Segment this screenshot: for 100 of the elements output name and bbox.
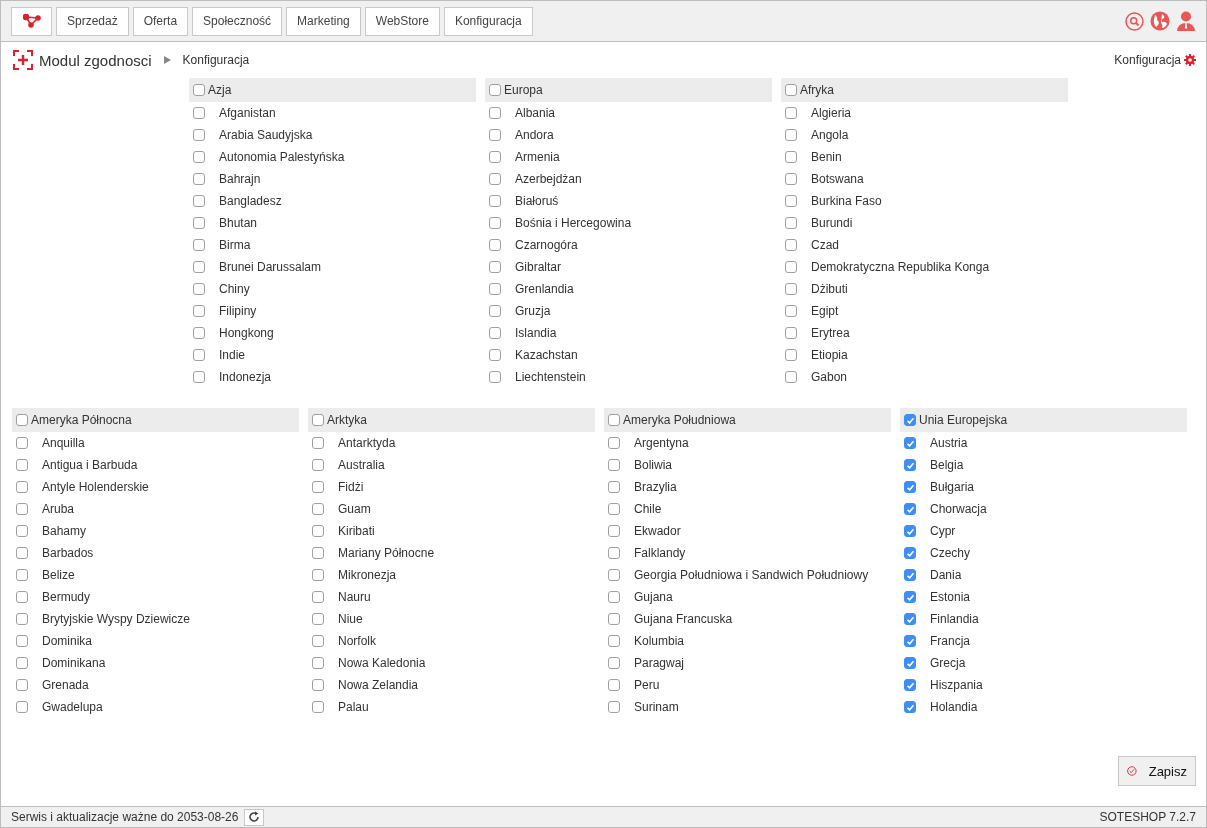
globe-icon[interactable] — [1150, 11, 1170, 31]
checkbox[interactable] — [785, 371, 797, 383]
checkbox[interactable] — [312, 657, 324, 669]
checkbox[interactable] — [489, 305, 501, 317]
checkbox[interactable] — [785, 327, 797, 339]
checkbox[interactable] — [16, 569, 28, 581]
checkbox[interactable] — [489, 129, 501, 141]
checkbox[interactable] — [16, 591, 28, 603]
checkbox[interactable] — [785, 107, 797, 119]
checkbox[interactable] — [608, 613, 620, 625]
checkbox[interactable] — [193, 283, 205, 295]
checkbox[interactable] — [16, 679, 28, 691]
checkbox[interactable] — [785, 349, 797, 361]
checkbox[interactable] — [608, 459, 620, 471]
checkbox[interactable] — [489, 239, 501, 251]
checkbox[interactable] — [489, 84, 501, 96]
checkbox[interactable] — [489, 283, 501, 295]
checkbox[interactable] — [16, 547, 28, 559]
checkbox[interactable] — [785, 283, 797, 295]
search-icon[interactable] — [1125, 11, 1144, 31]
checkbox[interactable] — [489, 261, 501, 273]
checkbox[interactable] — [608, 414, 620, 426]
checkbox[interactable] — [193, 107, 205, 119]
nav-tab[interactable]: Społeczność — [192, 6, 283, 36]
checkbox[interactable] — [489, 371, 501, 383]
checkbox[interactable] — [312, 679, 324, 691]
checkbox[interactable] — [608, 525, 620, 537]
checkbox[interactable] — [16, 414, 28, 426]
checkbox[interactable] — [16, 525, 28, 537]
checkbox[interactable] — [904, 547, 916, 559]
checkbox[interactable] — [193, 84, 205, 96]
checkbox[interactable] — [785, 84, 797, 96]
checkbox[interactable] — [608, 591, 620, 603]
checkbox[interactable] — [489, 107, 501, 119]
checkbox[interactable] — [312, 591, 324, 603]
checkbox[interactable] — [193, 173, 205, 185]
checkbox[interactable] — [193, 349, 205, 361]
checkbox[interactable] — [489, 217, 501, 229]
checkbox[interactable] — [16, 481, 28, 493]
checkbox[interactable] — [904, 657, 916, 669]
checkbox[interactable] — [312, 525, 324, 537]
checkbox[interactable] — [904, 525, 916, 537]
checkbox[interactable] — [785, 239, 797, 251]
checkbox[interactable] — [489, 327, 501, 339]
nav-tab[interactable]: Marketing — [286, 6, 361, 36]
checkbox[interactable] — [193, 371, 205, 383]
checkbox[interactable] — [312, 481, 324, 493]
checkbox[interactable] — [312, 437, 324, 449]
checkbox[interactable] — [608, 635, 620, 647]
checkbox[interactable] — [904, 701, 916, 713]
checkbox[interactable] — [16, 701, 28, 713]
checkbox[interactable] — [16, 503, 28, 515]
checkbox[interactable] — [608, 503, 620, 515]
checkbox[interactable] — [193, 129, 205, 141]
checkbox[interactable] — [193, 327, 205, 339]
configuration-link[interactable]: Konfiguracja — [1114, 53, 1196, 67]
checkbox[interactable] — [312, 503, 324, 515]
checkbox[interactable] — [608, 437, 620, 449]
checkbox[interactable] — [16, 635, 28, 647]
checkbox[interactable] — [608, 569, 620, 581]
checkbox[interactable] — [785, 151, 797, 163]
nav-tab[interactable]: Oferta — [132, 6, 189, 36]
checkbox[interactable] — [489, 349, 501, 361]
home-button[interactable] — [11, 6, 52, 36]
checkbox[interactable] — [489, 195, 501, 207]
checkbox[interactable] — [312, 459, 324, 471]
nav-tab[interactable]: WebStore — [364, 6, 440, 36]
checkbox[interactable] — [312, 613, 324, 625]
checkbox[interactable] — [312, 635, 324, 647]
checkbox[interactable] — [16, 613, 28, 625]
checkbox[interactable] — [489, 151, 501, 163]
checkbox[interactable] — [608, 481, 620, 493]
checkbox[interactable] — [904, 613, 916, 625]
checkbox[interactable] — [193, 195, 205, 207]
checkbox[interactable] — [193, 239, 205, 251]
checkbox[interactable] — [312, 414, 324, 426]
checkbox[interactable] — [608, 679, 620, 691]
checkbox[interactable] — [904, 503, 916, 515]
checkbox[interactable] — [608, 657, 620, 669]
checkbox[interactable] — [608, 701, 620, 713]
nav-tab[interactable]: Konfiguracja — [443, 6, 533, 36]
checkbox[interactable] — [904, 679, 916, 691]
checkbox[interactable] — [904, 414, 916, 426]
checkbox[interactable] — [904, 635, 916, 647]
checkbox[interactable] — [16, 459, 28, 471]
checkbox[interactable] — [489, 173, 501, 185]
checkbox[interactable] — [193, 217, 205, 229]
checkbox[interactable] — [193, 261, 205, 273]
checkbox[interactable] — [312, 569, 324, 581]
checkbox[interactable] — [785, 217, 797, 229]
save-button[interactable]: Zapisz — [1118, 756, 1196, 786]
checkbox[interactable] — [904, 437, 916, 449]
checkbox[interactable] — [193, 305, 205, 317]
checkbox[interactable] — [16, 657, 28, 669]
checkbox[interactable] — [608, 547, 620, 559]
user-icon[interactable] — [1176, 11, 1196, 31]
checkbox[interactable] — [785, 261, 797, 273]
checkbox[interactable] — [785, 305, 797, 317]
refresh-button[interactable] — [244, 808, 265, 826]
checkbox[interactable] — [16, 437, 28, 449]
